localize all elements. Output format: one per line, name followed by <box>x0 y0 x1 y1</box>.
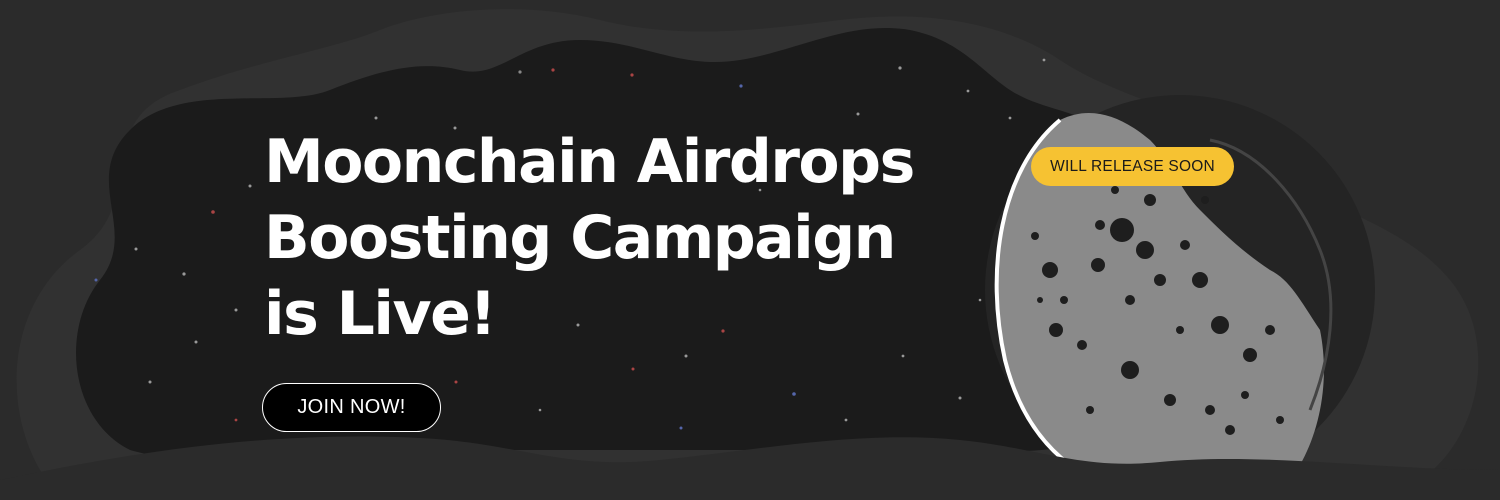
join-now-button[interactable]: JOIN NOW! <box>262 383 441 432</box>
headline: Moonchain Airdrops Boosting Campaign is … <box>264 124 1024 352</box>
release-status-badge: WILL RELEASE SOON <box>1031 147 1234 186</box>
headline-line-3: is Live! <box>264 279 497 349</box>
campaign-banner: Moonchain Airdrops Boosting Campaign is … <box>0 0 1500 500</box>
headline-line-2: Boosting Campaign <box>264 203 896 273</box>
headline-line-1: Moonchain Airdrops <box>264 127 915 197</box>
